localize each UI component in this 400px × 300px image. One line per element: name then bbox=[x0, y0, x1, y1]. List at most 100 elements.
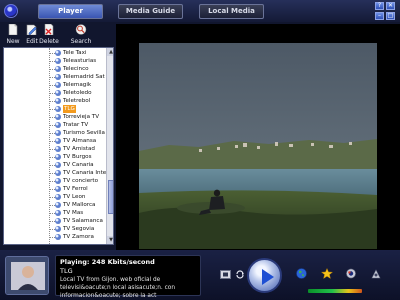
channel-icon bbox=[55, 210, 61, 216]
star-icon[interactable] bbox=[321, 268, 333, 279]
channel-item[interactable]: TV Canaria bbox=[50, 161, 108, 169]
channel-name: TV Canaria Intern bbox=[63, 170, 112, 176]
channel-icon bbox=[55, 50, 61, 56]
app-window: Player Media Guide Local Media ? ✕ – □ N… bbox=[0, 0, 400, 300]
channel-name: TV Canaria bbox=[63, 162, 94, 168]
channel-name: TV Mallorca bbox=[63, 202, 96, 208]
channel-item[interactable]: TV Ferrol bbox=[50, 185, 108, 193]
channel-icon bbox=[55, 146, 61, 152]
channel-item[interactable]: Tele Taxi bbox=[50, 49, 108, 57]
video-frame[interactable] bbox=[139, 43, 377, 249]
channel-list: Tele Taxi Teleasturias Telecinco Telemadrid… bbox=[3, 47, 114, 245]
channel-icon bbox=[55, 122, 61, 128]
channel-item[interactable]: TV Mas bbox=[50, 209, 108, 217]
channel-name: TV Zamora bbox=[63, 234, 94, 240]
channel-icon bbox=[55, 194, 61, 200]
channel-name: TLG bbox=[63, 105, 76, 113]
now-playing-description: Local TV from Gijon. web oficial de tele… bbox=[60, 277, 176, 299]
channel-name: TV Ferrol bbox=[63, 186, 88, 192]
scroll-up-button[interactable]: ▲ bbox=[107, 48, 113, 56]
channel-item[interactable]: Torrevieja TV bbox=[50, 113, 108, 121]
channel-item[interactable]: Teletoledo bbox=[50, 89, 108, 97]
channel-icon bbox=[55, 234, 61, 240]
close-button[interactable]: ✕ bbox=[386, 2, 395, 10]
channel-item[interactable]: TLG bbox=[50, 105, 108, 113]
channel-item[interactable]: Teleasturias bbox=[50, 57, 108, 65]
tab-local-media[interactable]: Local Media bbox=[199, 4, 264, 19]
now-playing-panel: Playing: 248 Kbits/second TLG Local TV f… bbox=[55, 255, 201, 299]
channel-name: TV Segovia bbox=[63, 226, 95, 232]
delete-icon bbox=[44, 24, 54, 35]
channel-icon bbox=[55, 186, 61, 192]
channel-item[interactable]: Telecinco bbox=[50, 65, 108, 73]
thumbnail-image bbox=[6, 257, 48, 294]
tree-guide bbox=[4, 48, 52, 244]
channel-item[interactable]: Telemagik bbox=[50, 81, 108, 89]
channel-name: Teleasturias bbox=[63, 58, 97, 64]
channel-name: Torrevieja TV bbox=[63, 114, 100, 120]
delete-button[interactable]: Delete bbox=[37, 23, 61, 46]
repeat-icon[interactable] bbox=[235, 270, 245, 279]
scroll-down-button[interactable]: ▼ bbox=[107, 236, 113, 244]
scroll-thumb[interactable] bbox=[108, 180, 113, 214]
channel-icon bbox=[55, 90, 61, 96]
channel-name: TV Mas bbox=[63, 210, 84, 216]
channel-icon bbox=[55, 138, 61, 144]
channel-icon bbox=[55, 154, 61, 160]
channel-name: Teletrebol bbox=[63, 98, 91, 104]
channel-item[interactable]: TV Segovia bbox=[50, 225, 108, 233]
channel-icon bbox=[55, 82, 61, 88]
maximize-button[interactable]: □ bbox=[386, 12, 395, 20]
channel-name: Telecinco bbox=[63, 66, 89, 72]
channel-item[interactable]: TV Canaria Intern bbox=[50, 169, 112, 177]
channel-name: Telemadrid Sat bbox=[63, 74, 105, 80]
search-icon bbox=[75, 24, 87, 35]
channel-item[interactable]: TV Mallorca bbox=[50, 201, 108, 209]
channel-name: TV Almansa bbox=[63, 138, 97, 144]
channel-icon bbox=[55, 162, 61, 168]
channel-icon bbox=[55, 218, 61, 224]
channel-name: Telemagik bbox=[63, 82, 92, 88]
channel-item[interactable]: Tratar TV bbox=[50, 121, 108, 129]
channel-icon bbox=[55, 106, 61, 112]
channel-item[interactable]: TV Almansa bbox=[50, 137, 108, 145]
search-button[interactable]: Search bbox=[68, 23, 94, 46]
minimize-button[interactable]: – bbox=[375, 12, 384, 20]
channel-icon bbox=[55, 130, 61, 136]
list-scrollbar[interactable]: ▲ ▼ bbox=[106, 48, 113, 244]
globe-icon[interactable] bbox=[296, 268, 307, 279]
channel-name: TV Leon bbox=[63, 194, 86, 200]
stop-icon[interactable] bbox=[220, 270, 231, 279]
channel-icon bbox=[55, 114, 61, 120]
title-bar: Player Media Guide Local Media ? ✕ – □ bbox=[0, 0, 400, 22]
channel-item[interactable]: Telemadrid Sat bbox=[50, 73, 108, 81]
channel-icon bbox=[55, 74, 61, 80]
channel-item[interactable]: TV Leon bbox=[50, 193, 108, 201]
channel-icon bbox=[55, 98, 61, 104]
channel-item[interactable]: TV concierto bbox=[50, 177, 108, 185]
channel-item[interactable]: Teletrebol bbox=[50, 97, 108, 105]
channel-name: Tele Taxi bbox=[63, 50, 87, 56]
app-logo-icon bbox=[4, 4, 18, 18]
channel-thumbnail bbox=[5, 256, 49, 295]
channel-name: TV Amistad bbox=[63, 146, 95, 152]
new-document-icon bbox=[8, 24, 18, 35]
channel-icon bbox=[55, 58, 61, 64]
tab-player[interactable]: Player bbox=[38, 4, 103, 19]
channel-name: TV concierto bbox=[63, 178, 99, 184]
channel-name: Turismo Sevilla T bbox=[63, 130, 111, 136]
help-button[interactable]: ? bbox=[375, 2, 384, 10]
volume-meter[interactable] bbox=[308, 289, 362, 293]
record-icon[interactable] bbox=[370, 268, 382, 279]
playback-status: Playing: 248 Kbits/second bbox=[60, 258, 155, 266]
channel-item[interactable]: Turismo Sevilla T bbox=[50, 129, 111, 137]
play-button[interactable] bbox=[247, 258, 282, 293]
tab-media-guide[interactable]: Media Guide bbox=[118, 4, 183, 19]
settings-icon[interactable] bbox=[345, 268, 357, 279]
channel-item[interactable]: TV Zamora bbox=[50, 233, 108, 241]
channel-name: TV Salamanca bbox=[63, 218, 103, 224]
channel-item[interactable]: TV Amistad bbox=[50, 145, 108, 153]
channel-item[interactable]: TV Salamanca bbox=[50, 217, 108, 225]
channel-item[interactable]: TV Burgos bbox=[50, 153, 108, 161]
channel-name: Teletoledo bbox=[63, 90, 92, 96]
